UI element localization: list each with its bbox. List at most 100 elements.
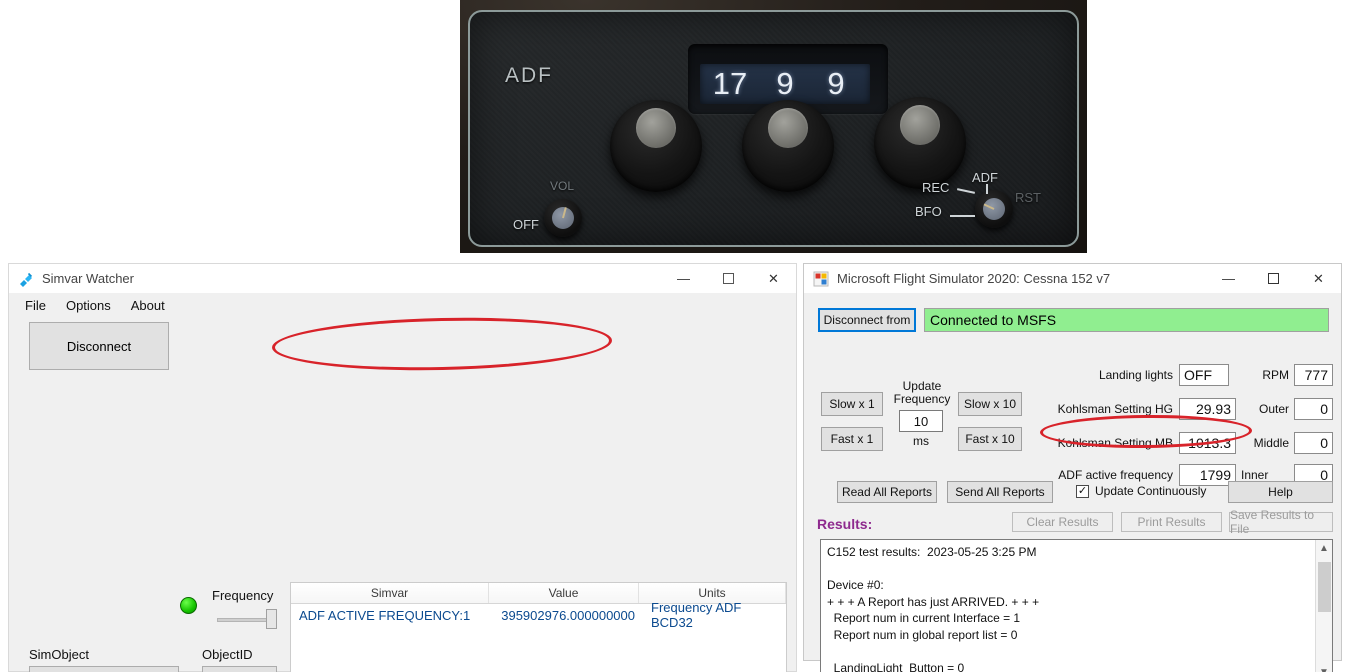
print-results-button[interactable]: Print Results [1121, 512, 1222, 532]
disconnect-from-button[interactable]: Disconnect from [818, 308, 916, 332]
close-button[interactable]: ✕ [1296, 264, 1341, 294]
slow-x1-button[interactable]: Slow x 1 [821, 392, 883, 416]
minimize-button[interactable]: — [661, 264, 706, 294]
simobject-label: SimObject [29, 647, 89, 662]
adf-digit-group-2: 9 [776, 66, 794, 101]
scrollbar-thumb[interactable] [1318, 562, 1331, 612]
slow-x10-button[interactable]: Slow x 10 [958, 392, 1022, 416]
adf-digit-group-3: 9 [827, 66, 845, 101]
send-all-reports-button[interactable]: Send All Reports [947, 481, 1053, 503]
update-frequency-label: Update Frequency [893, 379, 951, 406]
adf-rst-label: RST [1015, 190, 1041, 205]
help-button[interactable]: Help [1228, 481, 1333, 503]
simvar-titlebar[interactable]: Simvar Watcher — ✕ [9, 264, 796, 294]
results-textarea[interactable]: C152 test results: 2023-05-25 3:25 PM De… [820, 539, 1333, 672]
minimize-button[interactable]: — [1206, 264, 1251, 294]
inner-label: Inner [1241, 468, 1269, 482]
update-continuously-checkbox[interactable]: ✓ Update Continuously [1076, 484, 1206, 498]
menu-item-file[interactable]: File [17, 296, 54, 315]
cell-units: Frequency ADF BCD32 [651, 600, 742, 630]
simvar-window-controls: — ✕ [661, 264, 796, 294]
landing-lights-value[interactable]: OFF [1179, 364, 1229, 386]
simvar-menubar: File Options About [9, 294, 796, 316]
adf-active-frequency-label: ADF active frequency [1058, 468, 1173, 482]
cell-value: 395902976.000000000 [501, 607, 635, 623]
table-row[interactable]: ADF ACTIVE FREQUENCY:1 395902976.0000000… [291, 600, 786, 630]
knob-pointer-icon [983, 203, 995, 210]
adf-rec-leader-line [956, 188, 976, 194]
simvar-data-grid[interactable]: Simvar Value Units ADF ACTIVE FREQUENCY:… [290, 582, 787, 672]
landing-lights-label: Landing lights [1098, 368, 1173, 382]
kohlsman-mb-value[interactable]: 1013.3 [1179, 432, 1236, 454]
adf-radio-photo: ADF 17 9 9 VOL OFF REC BFO ADF RST [460, 0, 1087, 253]
adf-panel-title: ADF [505, 64, 553, 87]
update-frequency-input[interactable]: 10 [899, 410, 943, 432]
msfs-window-controls: — ✕ [1206, 264, 1341, 294]
connection-status-banner: Connected to MSFS [924, 308, 1329, 332]
clear-results-button[interactable]: Clear Results [1012, 512, 1113, 532]
disconnect-button[interactable]: Disconnect [29, 322, 169, 370]
simvar-watcher-window: Simvar Watcher — ✕ File Options About Di… [8, 263, 797, 672]
menu-item-options[interactable]: Options [58, 296, 119, 315]
adf-frequency-display: 17 9 9 [700, 64, 870, 104]
adf-mode-selector-knob[interactable] [975, 190, 1013, 228]
column-header-value[interactable]: Value [489, 583, 639, 603]
frequency-slider[interactable] [217, 609, 279, 629]
cell-simvar: ADF ACTIVE FREQUENCY:1 [299, 607, 471, 623]
objectid-label: ObjectID [202, 647, 253, 662]
scroll-down-icon[interactable]: ▼ [1316, 664, 1332, 672]
read-all-reports-button[interactable]: Read All Reports [837, 481, 937, 503]
outer-label: Outer [1258, 402, 1289, 416]
screenshot-root: ADF 17 9 9 VOL OFF REC BFO ADF RST Simva… [0, 0, 1350, 672]
adf-tune-knob-1[interactable] [602, 94, 710, 194]
adf-bfo-leader-line [950, 215, 975, 217]
adf-digit-group-1: 17 [712, 66, 748, 101]
kohlsman-hg-label: Kohlsman Setting HG [1057, 402, 1173, 416]
fast-x1-button[interactable]: Fast x 1 [821, 427, 883, 451]
adf-bfo-label: BFO [915, 204, 942, 219]
ms-unit-label: ms [913, 434, 929, 448]
rpm-value[interactable]: 777 [1294, 364, 1333, 386]
outer-value[interactable]: 0 [1294, 398, 1333, 420]
results-content: C152 test results: 2023-05-25 3:25 PM De… [827, 545, 1040, 672]
scroll-up-icon[interactable]: ▲ [1316, 540, 1332, 557]
kohlsman-hg-value[interactable]: 29.93 [1179, 398, 1236, 420]
knob-pointer-icon [562, 207, 567, 219]
save-results-button[interactable]: Save Results to File [1229, 508, 1333, 536]
close-button[interactable]: ✕ [751, 264, 796, 294]
simvar-window-title: Simvar Watcher [42, 271, 134, 286]
maximize-button[interactable] [1251, 264, 1296, 294]
adf-mode-leader-line [986, 184, 988, 194]
adf-vol-label: VOL [550, 179, 575, 193]
middle-value[interactable]: 0 [1294, 432, 1333, 454]
adf-tune-knob-2[interactable] [734, 94, 842, 194]
msfs-titlebar[interactable]: Microsoft Flight Simulator 2020: Cessna … [804, 264, 1341, 294]
kohlsman-mb-label: Kohlsman Setting MB [1057, 436, 1173, 450]
rpm-label: RPM [1262, 368, 1289, 382]
results-scrollbar[interactable]: ▲ ▼ [1315, 540, 1332, 672]
menu-item-about[interactable]: About [123, 296, 173, 315]
simobject-select[interactable]: USER ▼ [29, 666, 179, 672]
checkbox-check-icon: ✓ [1076, 484, 1089, 498]
msfs-window-body: Disconnect from Connected to MSFS Slow x… [804, 294, 1341, 672]
msfs-app-icon [813, 271, 829, 287]
adf-panel-face: ADF 17 9 9 VOL OFF REC BFO ADF RST [468, 10, 1079, 247]
fast-x10-button[interactable]: Fast x 10 [958, 427, 1022, 451]
msfs-window-title: Microsoft Flight Simulator 2020: Cessna … [837, 271, 1111, 286]
adf-volume-knob[interactable] [544, 199, 582, 237]
results-heading: Results: [817, 516, 873, 532]
frequency-slider-label: Frequency [212, 588, 274, 603]
connection-status-led [180, 597, 197, 614]
adf-off-label: OFF [513, 217, 539, 232]
adf-mode-label: ADF [972, 170, 998, 185]
adf-tune-knob-3[interactable] [866, 91, 974, 191]
maximize-button[interactable] [706, 264, 751, 294]
adf-rec-label: REC [922, 180, 950, 195]
objectid-select[interactable]: 1 ▼ [202, 666, 277, 672]
msfs-test-window: Microsoft Flight Simulator 2020: Cessna … [803, 263, 1342, 672]
plug-icon [18, 271, 34, 287]
column-header-simvar[interactable]: Simvar [291, 583, 489, 603]
middle-label: Middle [1253, 436, 1289, 450]
slider-thumb[interactable] [266, 609, 277, 629]
update-continuously-label: Update Continuously [1095, 484, 1207, 498]
